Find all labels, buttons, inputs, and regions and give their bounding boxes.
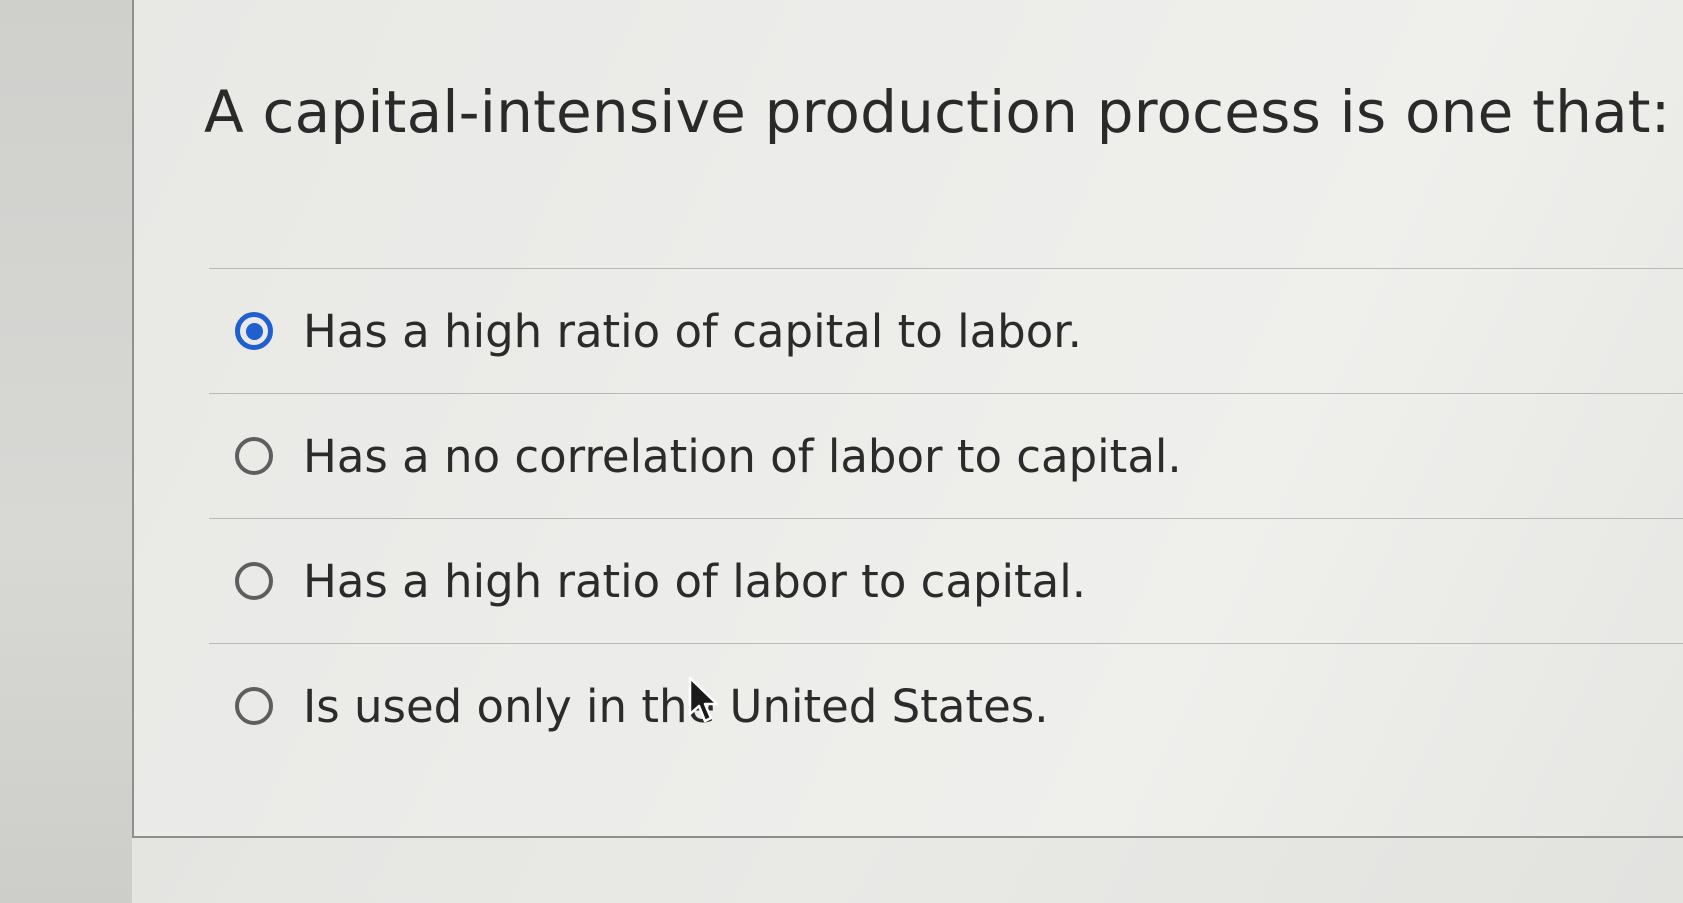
- question-text: A capital-intensive production process i…: [204, 78, 1671, 146]
- answer-option-2[interactable]: Has a no correlation of labor to capital…: [209, 393, 1683, 518]
- answer-option-3[interactable]: Has a high ratio of labor to capital.: [209, 518, 1683, 643]
- radio-selected-icon[interactable]: [235, 312, 273, 350]
- radio-unselected-icon[interactable]: [235, 687, 273, 725]
- radio-unselected-icon[interactable]: [235, 562, 273, 600]
- answer-option-label[interactable]: Is used only in the United States.: [303, 680, 1049, 733]
- answer-option-4[interactable]: Is used only in the United States.: [209, 643, 1683, 768]
- left-gutter: [0, 0, 132, 903]
- radio-dot: [245, 322, 263, 340]
- answer-option-1[interactable]: Has a high ratio of capital to labor.: [209, 268, 1683, 393]
- answer-option-label[interactable]: Has a high ratio of capital to labor.: [303, 305, 1082, 358]
- radio-unselected-icon[interactable]: [235, 437, 273, 475]
- arrow-cursor-icon: [688, 676, 719, 723]
- question-panel: A capital-intensive production process i…: [132, 0, 1683, 838]
- answer-option-label[interactable]: Has a high ratio of labor to capital.: [303, 555, 1086, 608]
- answer-options: Has a high ratio of capital to labor. Ha…: [209, 268, 1683, 768]
- answer-option-label[interactable]: Has a no correlation of labor to capital…: [303, 430, 1182, 483]
